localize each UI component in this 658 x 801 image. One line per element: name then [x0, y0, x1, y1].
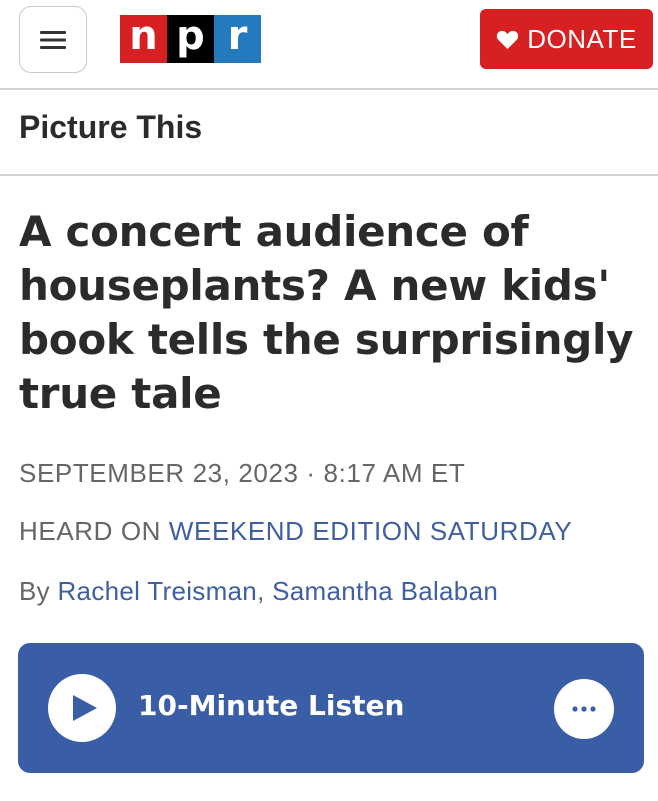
logo-letter-p: p: [167, 15, 214, 63]
section-title[interactable]: Picture This: [19, 109, 202, 146]
heard-on-line: HEARD ON WEEKEND EDITION SATURDAY: [19, 516, 572, 547]
heard-on-prefix: HEARD ON: [19, 516, 162, 546]
article-headline: A concert audience of houseplants? A new…: [19, 207, 634, 418]
menu-button[interactable]: [19, 6, 87, 73]
byline-prefix: By: [19, 576, 50, 606]
play-button[interactable]: [48, 674, 116, 742]
header-divider: [0, 88, 658, 90]
logo-letter-n: n: [120, 15, 167, 63]
byline: By Rachel Treisman, Samantha Balaban: [19, 576, 498, 607]
npr-logo[interactable]: n p r: [120, 15, 261, 63]
author-link[interactable]: Rachel Treisman: [57, 576, 257, 606]
article-date: SEPTEMBER 23, 2023 · 8:17 AM ET: [19, 458, 466, 488]
author-separator: ,: [257, 576, 265, 606]
more-options-button[interactable]: [554, 679, 614, 739]
site-header: n p r DONATE: [0, 0, 658, 89]
logo-letter-r: r: [214, 15, 261, 63]
show-link[interactable]: WEEKEND EDITION SATURDAY: [169, 516, 572, 546]
audio-player: 10-Minute Listen: [18, 643, 644, 773]
author-link[interactable]: Samantha Balaban: [272, 576, 498, 606]
listen-duration-label[interactable]: 10-Minute Listen: [138, 689, 404, 722]
hamburger-menu-icon: [40, 30, 66, 49]
section-divider: [0, 174, 658, 176]
play-icon: [73, 695, 97, 721]
heart-icon: [497, 30, 519, 49]
donate-label: DONATE: [527, 23, 637, 54]
more-options-icon: [572, 706, 596, 712]
donate-button[interactable]: DONATE: [480, 9, 653, 69]
